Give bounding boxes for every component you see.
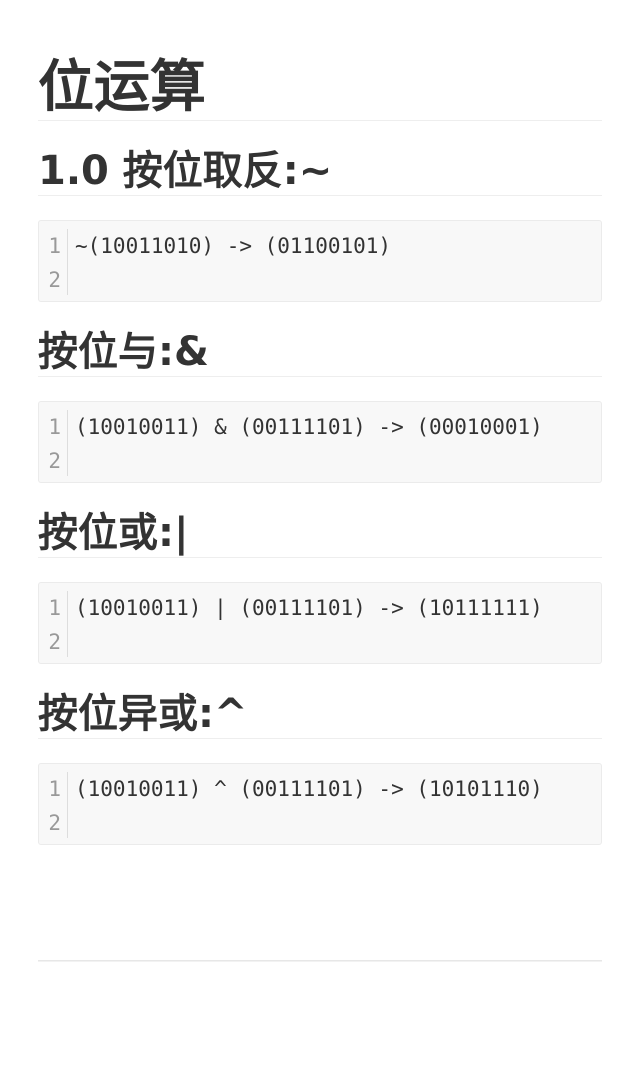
code-content[interactable]: (10010011) ^ (00111101) -> (10101110)	[75, 772, 595, 840]
page-title: 位运算	[38, 0, 602, 121]
section-heading-bitwise-xor: 按位异或:^	[38, 664, 602, 739]
code-content[interactable]: ~(10011010) -> (01100101)	[75, 229, 595, 297]
section-heading-bitwise-not: 1.0 按位取反:~	[38, 121, 602, 196]
document: 位运算 1.0 按位取反:~ 1 2 ~(10011010) -> (01100…	[38, 0, 602, 845]
line-number: 1	[48, 415, 61, 439]
code-block-bitwise-xor[interactable]: 1 2 (10010011) ^ (00111101) -> (10101110…	[38, 763, 602, 845]
code-block-bitwise-and[interactable]: 1 2 (10010011) & (00111101) -> (00010001…	[38, 401, 602, 483]
line-number-gutter: 1 2	[39, 229, 68, 295]
line-number-gutter: 1 2	[39, 591, 68, 657]
code-line: (10010011) ^ (00111101) -> (10101110)	[75, 777, 543, 801]
code-block-bitwise-or[interactable]: 1 2 (10010011) | (00111101) -> (10111111…	[38, 582, 602, 664]
section-heading-bitwise-and: 按位与:&	[38, 302, 602, 377]
footer-divider	[38, 960, 602, 962]
line-number: 1	[48, 596, 61, 620]
code-line: ~(10011010) -> (01100101)	[75, 234, 392, 258]
line-number: 2	[48, 449, 61, 473]
line-number: 2	[48, 811, 61, 835]
line-number: 1	[48, 777, 61, 801]
line-number: 2	[48, 630, 61, 654]
code-line: (10010011) | (00111101) -> (10111111)	[75, 596, 543, 620]
line-number-gutter: 1 2	[39, 772, 68, 838]
line-number: 1	[48, 234, 61, 258]
line-number-gutter: 1 2	[39, 410, 68, 476]
code-block-bitwise-not[interactable]: 1 2 ~(10011010) -> (01100101)	[38, 220, 602, 302]
code-content[interactable]: (10010011) | (00111101) -> (10111111)	[75, 591, 595, 659]
line-number: 2	[48, 268, 61, 292]
section-heading-bitwise-or: 按位或:|	[38, 483, 602, 558]
code-content[interactable]: (10010011) & (00111101) -> (00010001)	[75, 410, 595, 478]
code-line: (10010011) & (00111101) -> (00010001)	[75, 415, 543, 439]
